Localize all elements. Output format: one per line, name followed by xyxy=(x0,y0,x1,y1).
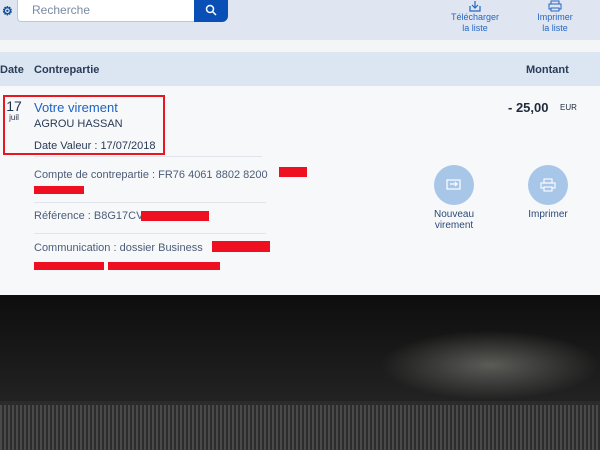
printer-icon xyxy=(520,0,590,12)
table-header: Date Contrepartie Montant xyxy=(0,52,600,86)
download-icon xyxy=(440,0,510,12)
new-transfer-label-line2: virement xyxy=(434,220,474,231)
reference: Référence : B8G17CV xyxy=(34,210,144,222)
download-label-line2: la liste xyxy=(462,23,488,33)
photo-background: ⚙ Télécharger la liste xyxy=(0,0,600,450)
print-list-label-line2: la liste xyxy=(542,23,568,33)
redaction-mark xyxy=(141,211,209,221)
light-reflection xyxy=(380,330,600,400)
communication: Communication : dossier Business xyxy=(34,242,203,254)
redaction-mark xyxy=(34,262,104,270)
transaction-currency: EUR xyxy=(560,103,577,112)
print-list-label-line1: Imprimer xyxy=(537,12,573,22)
new-transfer-label-line1: Nouveau xyxy=(433,209,475,220)
print-label: Imprimer xyxy=(528,209,568,220)
download-label-line1: Télécharger xyxy=(450,12,500,22)
printer-icon xyxy=(528,165,568,205)
column-header-montant[interactable]: Montant xyxy=(526,64,569,76)
counterparty-account: Compte de contrepartie : FR76 4061 8802 … xyxy=(34,169,268,181)
column-header-date[interactable]: Date xyxy=(0,64,24,76)
browser-screen: ⚙ Télécharger la liste xyxy=(0,0,600,295)
divider xyxy=(34,233,266,234)
redaction-mark xyxy=(212,241,270,252)
value-date: Date Valeur : 17/07/2018 xyxy=(34,140,156,152)
redaction-mark xyxy=(108,262,220,270)
print-button[interactable]: Imprimer xyxy=(513,165,583,220)
top-bar: ⚙ Télécharger la liste xyxy=(0,0,600,40)
column-header-contrepartie[interactable]: Contrepartie xyxy=(34,64,99,76)
search-button[interactable] xyxy=(194,0,228,22)
divider xyxy=(34,202,266,203)
counterparty-name: AGROU HASSAN xyxy=(34,118,123,130)
download-list-button[interactable]: Télécharger la liste xyxy=(440,0,510,34)
print-list-button[interactable]: Imprimer la liste xyxy=(520,0,590,34)
transaction-amount: - 25,00 xyxy=(508,100,549,115)
transaction-detail: 17 juil Votre virement AGROU HASSAN Date… xyxy=(0,86,600,295)
redaction-mark xyxy=(279,167,307,177)
divider xyxy=(34,156,262,157)
menu-icon[interactable]: ⚙ xyxy=(2,4,13,18)
search-box xyxy=(17,0,195,22)
new-transfer-button[interactable]: Nouveau virement xyxy=(419,165,489,231)
transaction-title[interactable]: Votre virement xyxy=(34,100,118,115)
search-input[interactable] xyxy=(30,1,189,19)
transfer-icon xyxy=(434,165,474,205)
search-icon xyxy=(205,4,217,16)
speaker-grille xyxy=(0,405,600,450)
redaction-mark xyxy=(34,186,84,194)
